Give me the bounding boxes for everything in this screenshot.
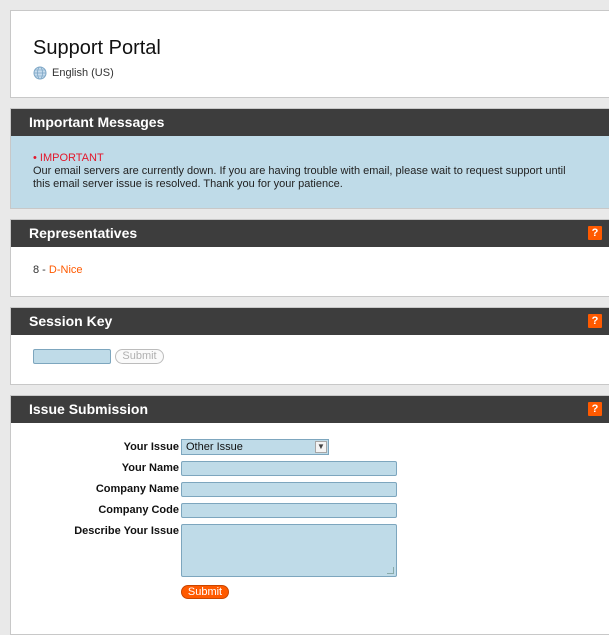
name-label: Your Name [121,462,179,474]
representatives-title: Representatives [29,225,138,241]
representative-link[interactable]: D-Nice [49,264,83,276]
portal-header: Support Portal English (US) [10,10,609,98]
session-key-panel: Session Key ? Submit [10,307,609,385]
help-icon[interactable]: ? [588,226,602,240]
important-messages-panel: Important Messages • IMPORTANT Our email… [10,108,609,209]
company-name-label: Company Name [95,483,179,495]
issue-submission-heading: Issue Submission ? [11,396,609,423]
important-tag-text: IMPORTANT [39,152,104,164]
company-code-field[interactable] [181,503,397,518]
company-code-label: Company Code [98,504,179,516]
session-key-heading: Session Key ? [11,308,609,335]
representatives-panel: Representatives ? 8 - D-Nice [10,219,609,297]
page-title: Support Portal [33,37,161,59]
session-key-input[interactable] [33,349,111,364]
language-selector[interactable]: English (US) [33,66,114,80]
important-message-text: Our email servers are currently down. If… [33,165,566,190]
important-message: • IMPORTANT Our email servers are curren… [33,152,583,191]
issue-submission-panel: Issue Submission ? Your Issue Other Issu… [10,395,609,635]
issue-select[interactable]: Other Issue ▼ [181,439,329,455]
session-key-submit-button[interactable]: Submit [115,349,164,364]
globe-icon [33,66,47,80]
session-key-title: Session Key [29,313,113,329]
resize-handle-icon[interactable] [387,567,394,574]
important-tag: • IMPORTANT [33,152,104,164]
company-name-field[interactable] [181,482,397,497]
representative-separator: - [39,264,49,276]
important-messages-heading: Important Messages [11,109,609,136]
language-label[interactable]: English (US) [52,67,114,79]
name-field[interactable] [181,461,397,476]
representatives-heading: Representatives ? [11,220,609,247]
issue-submit-button[interactable]: Submit [181,585,229,599]
help-icon[interactable]: ? [588,402,602,416]
issue-submission-title: Issue Submission [29,401,149,417]
describe-issue-label: Describe Your Issue [74,525,179,537]
issue-select-value: Other Issue [186,441,243,453]
representative-item: 8 - D-Nice [33,264,83,276]
chevron-down-icon[interactable]: ▼ [315,441,327,453]
issue-label: Your Issue [123,441,179,453]
help-icon[interactable]: ? [588,314,602,328]
describe-issue-textarea[interactable] [181,524,397,577]
